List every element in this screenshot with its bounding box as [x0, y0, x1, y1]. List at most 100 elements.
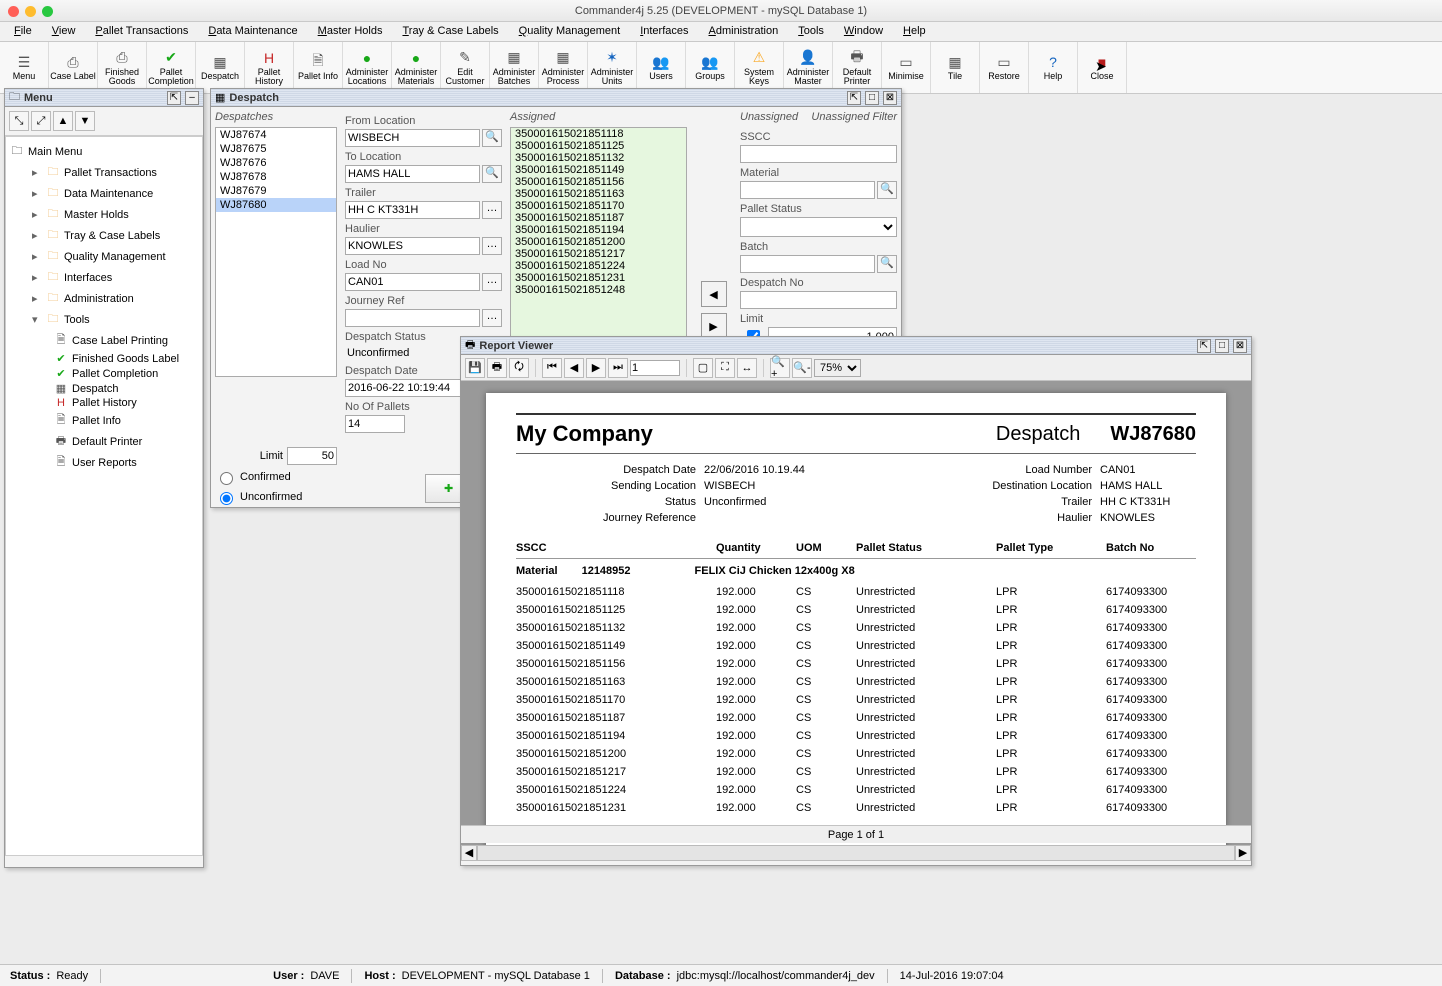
toolbar-restore-button[interactable]: ▭Restore: [980, 42, 1029, 93]
toolbar-tile-button[interactable]: ▦Tile: [931, 42, 980, 93]
batch-input[interactable]: [740, 255, 875, 273]
menu-interfaces[interactable]: Interfaces: [630, 22, 698, 41]
zoom-in-button[interactable]: 🔍+: [770, 358, 790, 378]
journey-lookup-button[interactable]: …: [482, 309, 502, 327]
toolbar-pallet-completion-button[interactable]: ✔Pallet Completion: [147, 42, 196, 93]
toolbar-pallet-history-button[interactable]: HPallet History: [245, 42, 294, 93]
tree-item[interactable]: HPallet History: [54, 396, 198, 410]
toolbar-close-button[interactable]: ■Close: [1078, 42, 1127, 93]
prev-page-button[interactable]: ◀: [564, 358, 584, 378]
tree-root[interactable]: 🗀Main Menu: [10, 141, 198, 162]
tree-folder[interactable]: ▸🗀Data Maintenance: [32, 183, 198, 204]
assigned-item[interactable]: 350001615021851248: [511, 284, 686, 296]
scroll-right-button[interactable]: ▶: [1235, 845, 1251, 861]
tree-folder[interactable]: ▸🗀Administration: [32, 288, 198, 309]
toolbar-finished-goods-button[interactable]: ⎙Finished Goods: [98, 42, 147, 93]
to-input[interactable]: [345, 165, 480, 183]
trailer-input[interactable]: [345, 201, 480, 219]
material-lookup-button[interactable]: 🔍: [877, 181, 897, 199]
tree-folder[interactable]: ▸🗀Master Holds: [32, 204, 198, 225]
scrollbar-track[interactable]: [477, 845, 1235, 861]
toolbar-administer-batches-button[interactable]: ▦Administer Batches: [490, 42, 539, 93]
toolbar-minimise-button[interactable]: ▭Minimise: [882, 42, 931, 93]
toolbar-help-button[interactable]: ?Help: [1029, 42, 1078, 93]
assigned-item[interactable]: 350001615021851170: [511, 200, 686, 212]
toolbar-administer-process-button[interactable]: ▦Administer Process: [539, 42, 588, 93]
toolbar-case-label-button[interactable]: ⎙Case Label: [49, 42, 98, 93]
assigned-item[interactable]: 350001615021851231: [511, 272, 686, 284]
toolbar-users-button[interactable]: 👥Users: [637, 42, 686, 93]
move-left-button[interactable]: ◀: [701, 281, 727, 307]
collapse-all-button[interactable]: ⤢: [31, 111, 51, 131]
assigned-item[interactable]: 350001615021851156: [511, 176, 686, 188]
reload-button[interactable]: 🗘: [509, 358, 529, 378]
unconfirmed-radio[interactable]: [220, 492, 233, 505]
despatch-item[interactable]: WJ87675: [216, 142, 336, 156]
window-controls[interactable]: [8, 6, 53, 17]
menu-pallet-transactions[interactable]: Pallet Transactions: [85, 22, 198, 41]
tree-item[interactable]: 🖶Default Printer: [54, 431, 198, 452]
maximize-button[interactable]: □: [865, 91, 879, 105]
to-lookup-button[interactable]: 🔍: [482, 165, 502, 183]
material-input[interactable]: [740, 181, 875, 199]
tree-item[interactable]: ✔Pallet Completion: [54, 366, 198, 381]
tree-down-button[interactable]: ▼: [75, 111, 95, 131]
tree-folder[interactable]: ▸🗀Interfaces: [32, 267, 198, 288]
toolbar-administer-materials-button[interactable]: ●Administer Materials: [392, 42, 441, 93]
pstatus-select[interactable]: [740, 217, 897, 237]
despno-input[interactable]: [740, 291, 897, 309]
save-button[interactable]: 💾: [465, 358, 485, 378]
tree-folder[interactable]: ▸🗀Pallet Transactions: [32, 162, 198, 183]
confirmed-radio[interactable]: [220, 472, 233, 485]
zoom-select[interactable]: 75%: [814, 359, 861, 377]
haulier-lookup-button[interactable]: …: [482, 237, 502, 255]
assigned-item[interactable]: 350001615021851132: [511, 152, 686, 164]
maximize-button[interactable]: □: [1215, 339, 1229, 353]
toolbar-default-printer-button[interactable]: 🖶Default Printer: [833, 42, 882, 93]
detach-button[interactable]: ⇱: [847, 91, 861, 105]
tree-item[interactable]: ✔Finished Goods Label: [54, 351, 198, 366]
close-button[interactable]: ⊠: [1233, 339, 1247, 353]
despatch-item[interactable]: WJ87674: [216, 128, 336, 142]
assigned-item[interactable]: 350001615021851125: [511, 140, 686, 152]
assigned-item[interactable]: 350001615021851217: [511, 248, 686, 260]
page-input[interactable]: [630, 360, 680, 376]
pallets-input[interactable]: [345, 415, 405, 433]
tree-item[interactable]: 🗎Case Label Printing: [54, 330, 198, 351]
toolbar-groups-button[interactable]: 👥Groups: [686, 42, 735, 93]
tree-item[interactable]: ▦Despatch: [54, 381, 198, 396]
assigned-item[interactable]: 350001615021851118: [511, 128, 686, 140]
assigned-item[interactable]: 350001615021851187: [511, 212, 686, 224]
assigned-item[interactable]: 350001615021851194: [511, 224, 686, 236]
detach-button[interactable]: ⇱: [1197, 339, 1211, 353]
tree-folder[interactable]: ▸🗀Quality Management: [32, 246, 198, 267]
assigned-item[interactable]: 350001615021851200: [511, 236, 686, 248]
toolbar-administer-master-button[interactable]: 👤Administer Master: [784, 42, 833, 93]
last-page-button[interactable]: ⏭: [608, 358, 628, 378]
detach-button[interactable]: ⇱: [167, 91, 181, 105]
toolbar-despatch-button[interactable]: ▦Despatch: [196, 42, 245, 93]
report-canvas[interactable]: My Company Despatch WJ87680 Despatch Dat…: [461, 381, 1251, 861]
journey-input[interactable]: [345, 309, 480, 327]
limit-input[interactable]: [287, 447, 337, 465]
from-input[interactable]: [345, 129, 480, 147]
trailer-lookup-button[interactable]: …: [482, 201, 502, 219]
tree-item[interactable]: 🗎User Reports: [54, 452, 198, 473]
from-lookup-button[interactable]: 🔍: [482, 129, 502, 147]
zoom-out-button[interactable]: 🔍-: [792, 358, 812, 378]
fit-page-button[interactable]: ⛶: [715, 358, 735, 378]
scroll-left-button[interactable]: ◀: [461, 845, 477, 861]
first-page-button[interactable]: ⏮: [542, 358, 562, 378]
menu-view[interactable]: View: [42, 22, 86, 41]
toolbar-administer-units-button[interactable]: ✶Administer Units: [588, 42, 637, 93]
toolbar-menu-button[interactable]: ☰Menu: [0, 42, 49, 93]
assigned-item[interactable]: 350001615021851224: [511, 260, 686, 272]
tree-folder[interactable]: ▾🗀Tools: [32, 309, 198, 330]
menu-window[interactable]: Window: [834, 22, 893, 41]
haulier-input[interactable]: [345, 237, 480, 255]
tree-item[interactable]: 🗎Pallet Info: [54, 410, 198, 431]
menu-quality-management[interactable]: Quality Management: [509, 22, 631, 41]
expand-all-button[interactable]: ⤡: [9, 111, 29, 131]
despatch-item[interactable]: WJ87678: [216, 170, 336, 184]
menu-master-holds[interactable]: Master Holds: [308, 22, 393, 41]
